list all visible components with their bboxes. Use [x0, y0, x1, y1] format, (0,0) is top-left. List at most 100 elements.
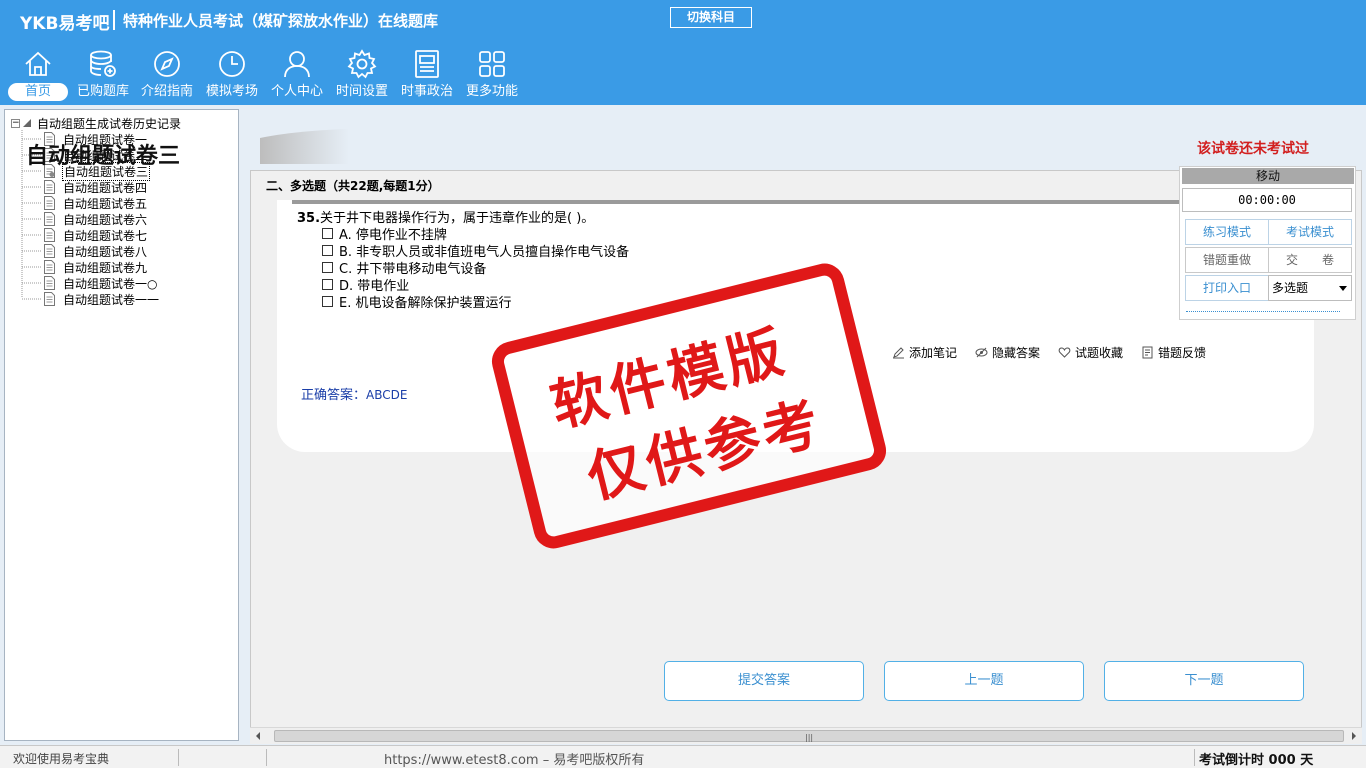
scrollbar-thumb[interactable]: ||| — [274, 730, 1344, 742]
news-icon — [415, 50, 439, 78]
option-b-checkbox[interactable] — [322, 245, 333, 256]
nav-current-affairs[interactable]: 时事政治 — [398, 48, 456, 104]
status-copyright-url: https://www.etest8.com – 易考吧版权所有 — [384, 753, 645, 768]
tree-item[interactable]: 自动组题试卷五 — [43, 195, 148, 211]
exam-mode-button[interactable]: 考试模式 — [1268, 219, 1352, 245]
nav-time-settings[interactable]: 时间设置 — [333, 48, 391, 104]
option-a-checkbox[interactable] — [322, 228, 333, 239]
next-question-button[interactable]: 下一题 — [1104, 661, 1304, 701]
option-d-checkbox[interactable] — [322, 279, 333, 290]
document-icon — [44, 260, 55, 274]
status-separator — [1194, 749, 1195, 766]
nav-more-label: 更多功能 — [465, 84, 518, 99]
tree-item[interactable]: 自动组题试卷四 — [43, 179, 148, 195]
correct-answer-value: ABCDE — [366, 388, 408, 402]
correct-answer-label: 正确答案： — [301, 388, 367, 403]
scroll-left-arrow-icon[interactable] — [256, 732, 260, 740]
tree-item[interactable]: 自动组题试卷一○ — [43, 275, 158, 291]
status-bar: 欢迎使用易考宝典 https://www.etest8.com – 易考吧版权所… — [0, 745, 1366, 768]
status-separator — [266, 749, 267, 766]
user-icon — [284, 51, 310, 78]
document-icon — [44, 292, 55, 306]
logo-separator — [113, 10, 115, 30]
tree-root-node[interactable]: − 自动组题生成试卷历史记录 — [11, 116, 182, 131]
option-c-checkbox[interactable] — [322, 262, 333, 273]
database-icon — [90, 50, 116, 77]
correct-answer: 正确答案：ABCDE — [301, 384, 407, 403]
nav-mock-exam[interactable]: 模拟考场 — [203, 48, 261, 104]
question-type-value: 多选题 — [1272, 281, 1309, 295]
scroll-grip-icon: ||| — [805, 733, 814, 742]
document-icon — [44, 244, 55, 258]
document-icon — [44, 196, 55, 210]
tree-item-label: 自动组题试卷一○ — [63, 276, 158, 291]
add-note-link[interactable]: 添加笔记 — [892, 344, 957, 361]
tree-item-label: 自动组题试卷一一 — [63, 292, 160, 307]
dropdown-arrow-icon — [1339, 286, 1347, 291]
document-icon — [44, 180, 55, 194]
hide-answer-label: 隐藏答案 — [992, 346, 1041, 360]
clock-icon — [219, 51, 245, 77]
favorite-question-link[interactable]: 试题收藏 — [1058, 344, 1123, 361]
eye-off-icon — [975, 347, 988, 358]
feedback-icon — [1142, 346, 1153, 359]
tree-item[interactable]: 自动组题试卷七 — [43, 227, 148, 243]
question-number: 35. — [297, 211, 321, 226]
hand-in-button[interactable]: 交 卷 — [1268, 247, 1352, 273]
folder-triangle-icon — [23, 119, 31, 127]
nav-home-label: 首页 — [8, 83, 68, 101]
hide-answer-link[interactable]: 隐藏答案 — [975, 344, 1040, 361]
print-button[interactable]: 打印入口 — [1185, 275, 1269, 301]
report-error-link[interactable]: 错题反馈 — [1141, 344, 1206, 361]
option-e-checkbox[interactable] — [322, 296, 333, 307]
question-type-select[interactable]: 多选题 — [1268, 275, 1352, 301]
move-handle[interactable]: 移动 — [1182, 168, 1354, 184]
tree-item[interactable]: 自动组题试卷九 — [43, 259, 148, 275]
nav-current-affairs-label: 时事政治 — [400, 84, 453, 99]
tree-root-label: 自动组题生成试卷历史记录 — [37, 116, 182, 131]
tree-item-label: 自动组题试卷四 — [63, 180, 148, 195]
tree-item[interactable]: 自动组题试卷一一 — [43, 291, 160, 307]
nav-profile[interactable]: 个人中心 — [268, 48, 326, 104]
panel-dotted-divider — [1186, 311, 1340, 312]
scroll-right-arrow-icon[interactable] — [1352, 732, 1356, 740]
redo-wrong-button[interactable]: 错题重做 — [1185, 247, 1269, 273]
app-header: YKB易考吧 特种作业人员考试（煤矿探放水作业）在线题库 切换科目 首页 已购题… — [0, 0, 1366, 105]
tree-item-label: 自动组题试卷八 — [63, 244, 148, 259]
tree-item[interactable]: 自动组题试卷八 — [43, 243, 148, 259]
practice-mode-button[interactable]: 练习模式 — [1185, 219, 1269, 245]
status-welcome: 欢迎使用易考宝典 — [13, 752, 110, 766]
app-title: 特种作业人员考试（煤矿探放水作业）在线题库 — [123, 12, 439, 30]
collapse-toggle-icon[interactable]: − — [11, 118, 20, 128]
gear-icon — [347, 49, 377, 79]
pencil-icon — [893, 347, 904, 359]
nav-home[interactable]: 首页 — [8, 48, 68, 104]
nav-guide-label: 介绍指南 — [140, 84, 193, 99]
nav-profile-label: 个人中心 — [270, 84, 323, 99]
tree-item-label: 自动组题试卷六 — [63, 212, 148, 227]
paper-title: 自动组题试卷三 — [26, 144, 181, 169]
prev-question-button[interactable]: 上一题 — [884, 661, 1084, 701]
horizontal-scrollbar[interactable]: ||| — [250, 727, 1362, 744]
tree-item[interactable]: 自动组题试卷六 — [43, 211, 148, 227]
grid-icon — [479, 51, 505, 77]
exam-timer: 00:00:00 — [1182, 188, 1352, 212]
paper-history-tree: − 自动组题生成试卷历史记录 自动组题试卷一 自动组题试卷二 自动组题试卷三 自动组题… — [4, 109, 239, 741]
submit-answer-button[interactable]: 提交答案 — [664, 661, 864, 701]
heart-icon — [1058, 347, 1071, 358]
feedback-label: 错题反馈 — [1158, 346, 1207, 360]
nav-guide[interactable]: 介绍指南 — [138, 48, 196, 104]
document-icon — [44, 212, 55, 226]
favorite-label: 试题收藏 — [1075, 346, 1124, 360]
switch-subject-button[interactable]: 切换科目 — [670, 7, 752, 28]
tree-panel: − 自动组题生成试卷历史记录 自动组题试卷一 自动组题试卷二 自动组题试卷三 自动组题… — [0, 105, 244, 745]
add-note-label: 添加笔记 — [909, 346, 958, 360]
nav-mock-exam-label: 模拟考场 — [205, 84, 258, 99]
compass-icon — [154, 51, 180, 77]
nav-more[interactable]: 更多功能 — [463, 48, 521, 104]
option-e[interactable]: E. 机电设备解除保护装置运行 — [322, 292, 511, 311]
status-separator — [178, 749, 179, 766]
tree-item-label: 自动组题试卷九 — [63, 260, 148, 275]
nav-purchased[interactable]: 已购题库 — [74, 48, 132, 104]
tree-item-label: 自动组题试卷七 — [63, 228, 148, 243]
